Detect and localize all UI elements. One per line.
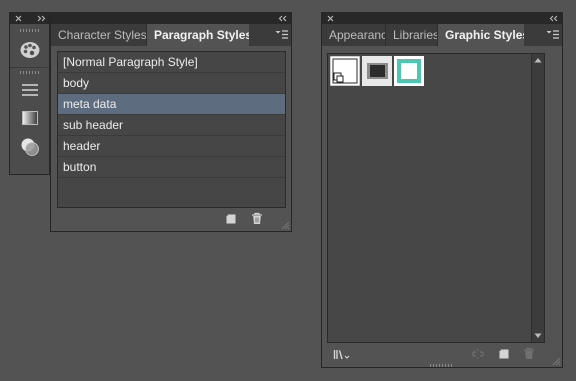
list-item[interactable]: header [58, 136, 285, 157]
delete-style-icon[interactable] [251, 212, 263, 225]
panel-title-bar[interactable] [322, 13, 562, 24]
new-graphic-style-icon[interactable] [498, 348, 510, 360]
new-style-icon[interactable] [225, 213, 237, 225]
panel-tabs: Character Styles Paragraph Styles [51, 24, 291, 46]
graphic-styles-grid [327, 53, 545, 343]
dock-divider [10, 67, 49, 68]
graphic-styles-panel: Appearance Libraries Graphic Styles [321, 12, 563, 368]
panel-tabs: Appearance Libraries Graphic Styles [322, 24, 562, 46]
dock-grip[interactable] [20, 29, 40, 32]
color-palette-icon[interactable] [16, 38, 44, 62]
dock-title-bar[interactable] [10, 13, 49, 24]
collapse-chevrons-icon[interactable] [549, 14, 559, 23]
resize-grip-icon[interactable] [552, 357, 561, 366]
panel-bottom-grip[interactable] [430, 364, 454, 367]
tab-character-styles[interactable]: Character Styles [51, 24, 147, 46]
close-icon[interactable] [15, 14, 23, 23]
align-lines-icon[interactable] [16, 78, 44, 102]
default-style-swatch[interactable] [330, 56, 360, 86]
close-icon[interactable] [327, 14, 335, 23]
scroll-down-icon[interactable] [534, 333, 542, 339]
collapse-chevrons-icon[interactable] [278, 14, 288, 23]
resize-grip-icon[interactable] [281, 221, 290, 230]
list-item[interactable]: meta data [58, 94, 285, 115]
break-link-icon [472, 349, 484, 359]
tab-appearance[interactable]: Appearance [322, 24, 386, 46]
dark-inset-swatch[interactable] [362, 56, 392, 86]
dock-grip[interactable] [20, 71, 40, 74]
delete-graphic-style-icon [524, 347, 534, 359]
libraries-menu-icon[interactable] [333, 349, 351, 361]
teal-border-swatch[interactable] [394, 56, 424, 86]
tab-libraries[interactable]: Libraries [386, 24, 438, 46]
tool-dock [9, 12, 50, 175]
expand-chevrons-icon[interactable] [37, 14, 46, 23]
paragraph-styles-list: [Normal Paragraph Style] body meta data … [57, 51, 286, 208]
panel-menu-icon[interactable] [275, 29, 289, 41]
scroll-up-icon[interactable] [534, 57, 542, 63]
list-item[interactable]: body [58, 73, 285, 94]
transparency-icon[interactable] [16, 135, 44, 159]
list-item[interactable]: button [58, 157, 285, 178]
tab-paragraph-styles[interactable]: Paragraph Styles [147, 24, 249, 46]
list-item[interactable]: [Normal Paragraph Style] [58, 52, 285, 73]
panel-menu-icon[interactable] [546, 29, 560, 41]
list-item[interactable]: sub header [58, 115, 285, 136]
paragraph-styles-panel: Character Styles Paragraph Styles [Norma… [50, 12, 292, 232]
vertical-scrollbar[interactable] [531, 54, 544, 342]
gradient-icon[interactable] [16, 106, 44, 130]
tab-graphic-styles[interactable]: Graphic Styles [438, 24, 524, 46]
panel-title-bar[interactable] [51, 13, 291, 24]
